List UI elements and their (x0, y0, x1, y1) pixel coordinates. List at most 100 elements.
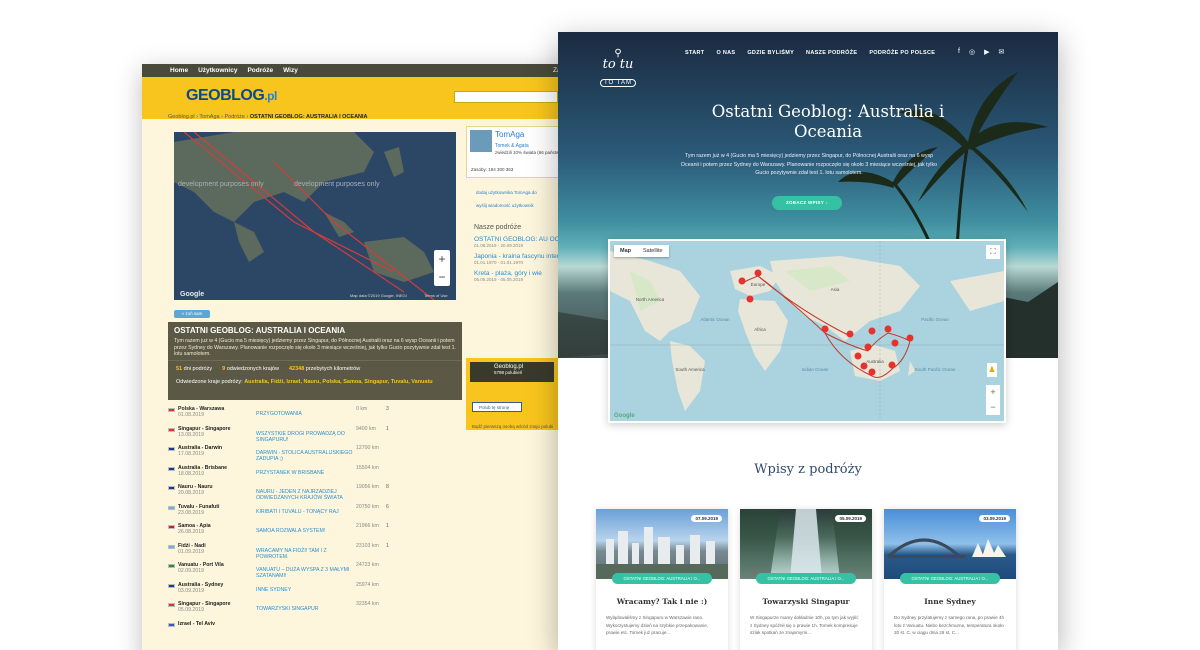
entry-link[interactable]: NAURU - JEDEN Z NAJRZADZIEJ ODWIEDZANYCH… (256, 484, 356, 501)
username[interactable]: TomAga (495, 130, 524, 139)
entry-link[interactable]: KIRIBATI I TUVALU - TONĄCY RAJ (256, 504, 356, 515)
facebook-like-button[interactable]: Polub tę stronę (472, 402, 522, 412)
table-row[interactable]: Australia - Darwin 17.08.2019 Darwin - sto… (168, 445, 462, 465)
see-entries-button[interactable]: ZOBACZ WPISY ↓ (772, 196, 842, 210)
nav-trips[interactable]: Podróże (247, 67, 273, 74)
tab-satellite[interactable]: Satellite (637, 245, 669, 257)
post-title[interactable]: Towarzyski Singapur (740, 597, 872, 606)
table-row[interactable]: Polska - Warszawa 01.08.2019 PRZYGOTOWANIA… (168, 406, 462, 426)
route-map[interactable]: North America South America Africa Asia … (608, 239, 1006, 423)
pegman-icon[interactable]: ♟ (987, 363, 997, 377)
entry-distance: 23103 km (356, 542, 379, 549)
crumb-home[interactable]: Geoblog.pl (168, 114, 195, 120)
fullscreen-icon[interactable]: ⛶ (986, 245, 1000, 259)
post-category-tag[interactable]: OSTATNI GEOBLOG: AUSTRALIA I O... (900, 573, 1000, 584)
entry-place: Australia - Brisbane 18.08.2019 (178, 465, 256, 477)
geoblog-logo[interactable]: GEOBLOG.pl (186, 87, 277, 105)
table-row[interactable]: Izrael - Tel Aviv (168, 621, 462, 641)
post-category-tag[interactable]: OSTATNI GEOBLOG: AUSTRALIA I O... (612, 573, 712, 584)
table-row[interactable]: Singapur - Singapore 05.09.2019 TOWARZYSKI… (168, 601, 462, 621)
entry-link[interactable]: PRZYGOTOWANIA (256, 406, 356, 417)
post-excerpt: Do Sydney przylatujemy z samego rana, po… (894, 615, 1005, 635)
table-row[interactable]: Australia - Sydney 03.09.2019 INNE SYDNEY 2… (168, 582, 462, 602)
post-card[interactable]: 05.09.2019 OSTATNI GEOBLOG: AUSTRALIA I … (740, 509, 872, 650)
entry-date: 05.09.2019 (178, 607, 204, 613)
nav-poland-trips[interactable]: PODRÓŻE PO POLSCE (869, 50, 935, 56)
comment-count[interactable]: 8 (386, 484, 408, 490)
entry-link[interactable]: INNE SYDNEY (256, 582, 356, 593)
entry-distance: 24723 km (356, 562, 379, 568)
entry-date: 17.08.2019 (178, 451, 204, 457)
entry-place: Singapur - Singapore 13.08.2019 (178, 426, 256, 438)
nav-about[interactable]: O NAS (716, 50, 735, 56)
label-north-america: North America (636, 297, 665, 302)
table-row[interactable]: Tuvalu - Funafuti 23.08.2019 KIRIBATI I TU… (168, 504, 462, 524)
site-logo[interactable]: ⚲ to tu TO TAM (594, 48, 642, 96)
table-row[interactable]: Vanuatu - Port Vila 02.09.2019 VANUATU – D… (168, 562, 462, 582)
world-seen: zwiedzili 10% świata (66 państw) (495, 150, 561, 155)
entry-date: 23.08.2019 (178, 509, 204, 516)
entry-link[interactable]: SAMOA ROZWALA SYSTEM! (256, 523, 356, 534)
entry-link[interactable]: VANUATU – Duża wyspa z 3 małymi szatanam… (256, 562, 356, 579)
instagram-icon[interactable]: ◎ (969, 48, 975, 56)
comment-count[interactable]: 1 (386, 426, 408, 432)
entry-place: Polska - Warszawa 01.08.2019 (178, 406, 256, 418)
flag-icon (168, 583, 175, 588)
crumb-trips[interactable]: Podróże (224, 114, 245, 120)
map-zoom-in-button[interactable]: + (434, 250, 450, 268)
avatar[interactable] (470, 130, 492, 152)
geoblog-map[interactable]: development purposes only development pu… (174, 132, 456, 300)
nav-home[interactable]: Home (170, 67, 188, 74)
post-card[interactable]: 03.09.2019 OSTATNI GEOBLOG: AUSTRALIA I … (884, 509, 1016, 650)
post-card[interactable]: 07.09.2019 OSTATNI GEOBLOG: AUSTRALIA I … (596, 509, 728, 650)
post-image[interactable]: 07.09.2019 (596, 509, 728, 579)
crumb-user[interactable]: TomAga (199, 114, 219, 120)
nav-start[interactable]: START (685, 50, 704, 56)
post-title[interactable]: Wracamy? Tak i nie :) (596, 597, 728, 606)
flag-icon (168, 486, 175, 490)
label-asia: Asia (831, 287, 840, 292)
post-category-tag[interactable]: OSTATNI GEOBLOG: AUSTRALIA I O... (756, 573, 856, 584)
entry-link[interactable] (256, 621, 356, 626)
entry-link[interactable]: Przystanek w Brisbane (256, 465, 356, 476)
nav-where[interactable]: GDZIE BYLIŚMY (747, 50, 794, 56)
map-attribution: Map data ©2019 Google, INEGI (350, 293, 407, 298)
entry-link[interactable]: Darwin - stolica Australijskiego zadupia… (256, 445, 356, 462)
stat-days: 51 (176, 365, 183, 372)
facebook-icon[interactable]: f (958, 48, 960, 56)
post-image[interactable]: 05.09.2019 (740, 509, 872, 579)
comment-count[interactable]: 3 (386, 406, 408, 412)
comment-count[interactable]: 6 (386, 504, 408, 510)
geoblog-header: GEOBLOG.pl (142, 77, 582, 119)
entry-distance: 12700 km (356, 445, 379, 451)
comment-count[interactable]: 1 (386, 543, 408, 549)
mail-icon[interactable]: ✉ (998, 48, 1004, 56)
comment-count[interactable]: 1 (386, 523, 408, 529)
youtube-icon[interactable]: ▶ (984, 48, 989, 56)
nav-users[interactable]: Użytkownicy (198, 67, 237, 74)
tab-map[interactable]: Map (614, 245, 637, 257)
table-row[interactable]: Samoa - Apia 26.08.2019 SAMOA ROZWALA SYST… (168, 523, 462, 543)
map-zoom-out-button[interactable]: − (434, 268, 450, 286)
geoblog-search-input[interactable] (454, 91, 558, 103)
crumb-current: OSTATNI GEOBLOG: AUSTRALIA I OCEANIA (249, 114, 368, 120)
table-row[interactable]: Fidżi - Nadi 01.09.2019 Wracamy na Fidżi! … (168, 543, 462, 563)
table-row[interactable]: Nauru - Nauru 20.08.2019 NAURU - JEDEN Z N… (168, 484, 462, 504)
table-row[interactable]: Singapur - Singapore 13.08.2019 WSZYSTKIE … (168, 426, 462, 446)
nav-our-trips[interactable]: NASZE PODRÓŻE (806, 50, 857, 56)
entry-link[interactable]: WSZYSTKIE DROGI PROWADZĄ DO SINGAPURU! (256, 426, 356, 443)
post-title[interactable]: Inne Sydney (884, 597, 1016, 606)
map-zoom-out-button[interactable]: − (986, 400, 1000, 415)
map-zoom-in-button[interactable]: + (986, 385, 1000, 400)
facebook-page-box[interactable]: Geoblog.pl 5798 polubień (470, 362, 554, 382)
flag-icon (168, 505, 175, 510)
user-names[interactable]: Tomek & Agata (495, 143, 529, 149)
visited-countries: Odwiedzone kraje podróży: Australia, Fid… (168, 376, 462, 398)
entry-link[interactable]: TOWARZYSKI SINGAPUR (256, 601, 356, 612)
post-image[interactable]: 03.09.2019 (884, 509, 1016, 579)
nav-visas[interactable]: Wizy (283, 67, 298, 74)
table-row[interactable]: Australia - Brisbane 18.08.2019 Przystanek… (168, 465, 462, 485)
entry-link[interactable]: Wracamy na Fidżi! Tam i z powrotem. (256, 543, 356, 560)
label-australia: Australia (866, 359, 884, 364)
zoom-all-button[interactable]: « zoń sam (174, 310, 210, 318)
